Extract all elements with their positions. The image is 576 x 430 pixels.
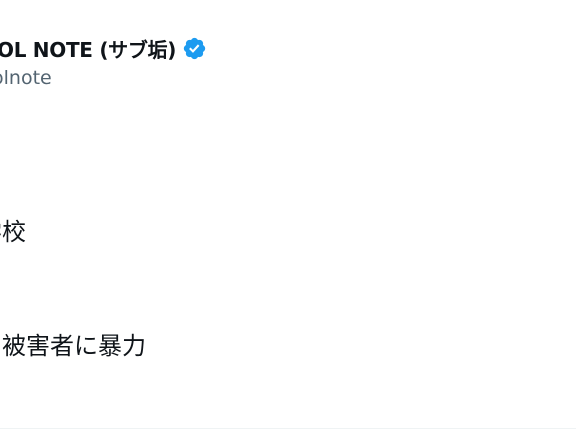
tweet-text-line: ）: [0, 363, 146, 397]
tweet-card: OL NOTE (サブ垢) olnote 学校 の被害者に暴力 ）: [0, 0, 576, 430]
verified-badge-icon: [183, 37, 206, 60]
divider: [0, 428, 576, 429]
author-handle[interactable]: olnote: [0, 67, 576, 89]
author-display-name[interactable]: OL NOTE (サブ垢): [0, 34, 176, 63]
author-name-row[interactable]: OL NOTE (サブ垢): [0, 34, 576, 63]
tweet-text-line: 学校: [0, 218, 26, 246]
tweet-text: 学校 の被害者に暴力 ）: [0, 215, 146, 397]
tweet-text-line: の被害者に暴力: [0, 332, 146, 360]
author-header: OL NOTE (サブ垢) olnote: [0, 34, 576, 89]
